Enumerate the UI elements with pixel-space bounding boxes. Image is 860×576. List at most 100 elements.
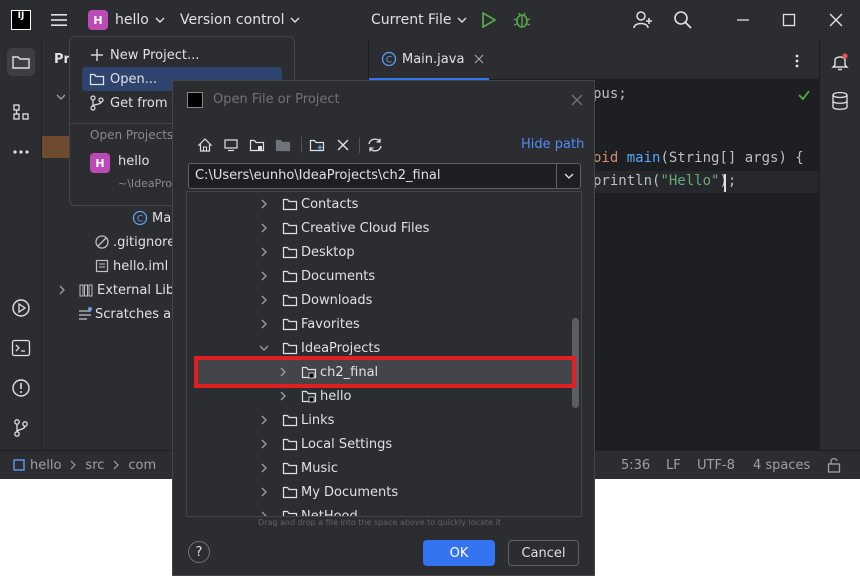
folder-row[interactable]: Favorites — [187, 312, 577, 336]
file-encoding[interactable]: UTF-8 — [697, 451, 735, 479]
project-folder-icon[interactable] — [247, 135, 267, 155]
path-input[interactable]: C:\Users\eunho\IdeaProjects\ch2_final — [188, 163, 581, 189]
tab-main-java[interactable]: C Main.java — [369, 40, 489, 80]
close-tab-icon[interactable] — [474, 54, 484, 64]
run-icon[interactable] — [479, 11, 497, 29]
new-folder-icon[interactable] — [307, 135, 327, 155]
right-tool-strip — [819, 40, 860, 450]
vcs-label: Version control — [180, 12, 285, 28]
path-history-dropdown[interactable] — [556, 164, 581, 188]
code-line-1[interactable]: pus; — [593, 86, 627, 102]
chevron-right-icon[interactable] — [258, 510, 270, 517]
problems-tool-icon[interactable] — [9, 376, 33, 400]
database-icon[interactable] — [828, 89, 852, 113]
tree-item-external-libraries[interactable]: External Libr — [56, 278, 180, 302]
notifications-icon[interactable] — [828, 49, 852, 73]
chevron-right-icon[interactable] — [258, 246, 270, 258]
more-tools-icon[interactable] — [9, 140, 33, 164]
indent-setting[interactable]: 4 spaces — [753, 451, 810, 479]
folder-row[interactable]: Local Settings — [187, 432, 577, 456]
lock-icon[interactable] — [827, 457, 841, 473]
cancel-button[interactable]: Cancel — [508, 540, 579, 566]
chevron-down-icon[interactable] — [56, 92, 66, 102]
minimize-icon[interactable] — [735, 12, 751, 28]
folder-row[interactable]: Links — [187, 408, 577, 432]
tree-item-hello-iml[interactable]: hello.iml — [94, 254, 168, 278]
add-user-icon[interactable] — [633, 10, 653, 30]
chevron-right-icon[interactable] — [258, 438, 270, 450]
tree-item-main[interactable]: C Mai — [132, 206, 175, 230]
folder-row[interactable]: Contacts — [187, 192, 577, 216]
desktop-icon[interactable] — [221, 135, 241, 155]
cursor-position[interactable]: 5:36 — [621, 451, 650, 479]
breadcrumb-src[interactable]: src — [85, 458, 104, 473]
services-tool-icon[interactable] — [9, 296, 33, 320]
chevron-right-icon[interactable] — [258, 414, 270, 426]
folder-row[interactable]: Music — [187, 456, 577, 480]
structure-tool-icon[interactable] — [9, 100, 33, 124]
line-separator[interactable]: LF — [666, 451, 681, 479]
folder-row[interactable]: Desktop — [187, 240, 577, 264]
folder-label: Desktop — [301, 244, 355, 260]
run-config-selector[interactable]: Current File — [371, 0, 467, 40]
tree-selection-marker — [42, 136, 69, 158]
debug-icon[interactable] — [512, 10, 532, 30]
folder-row[interactable]: hello — [187, 384, 577, 408]
folder-row[interactable]: NetHood — [187, 504, 577, 517]
folder-icon — [89, 73, 105, 86]
folder-row[interactable]: My Documents — [187, 480, 577, 504]
project-tool-icon[interactable] — [7, 48, 35, 76]
chevron-down-icon — [290, 17, 300, 23]
refresh-icon[interactable] — [365, 135, 385, 155]
maximize-icon[interactable] — [781, 12, 797, 28]
module-folder-icon[interactable] — [273, 135, 293, 155]
search-icon[interactable] — [673, 10, 693, 30]
tree-item-scratches[interactable]: Scratches ar — [77, 302, 176, 326]
chevron-right-icon[interactable] — [258, 318, 270, 330]
folder-row[interactable]: Documents — [187, 264, 577, 288]
chevron-down-icon[interactable] — [258, 342, 270, 354]
tab-options-icon[interactable] — [794, 53, 800, 69]
chevron-down-icon — [564, 173, 574, 179]
chevron-right-icon[interactable] — [258, 222, 270, 234]
folder-row[interactable]: Downloads — [187, 288, 577, 312]
chevron-right-icon[interactable] — [258, 294, 270, 306]
breadcrumb-com[interactable]: com — [128, 458, 156, 473]
app-logo[interactable]: IJ — [11, 10, 31, 30]
git-tool-icon[interactable] — [9, 416, 33, 440]
close-icon[interactable] — [828, 12, 844, 28]
folder-row-selected[interactable]: ch2_final — [194, 356, 576, 388]
string-token: "Hello" — [660, 173, 720, 189]
folder-row[interactable]: Creative Cloud Files — [187, 216, 577, 240]
code-line-3[interactable]: println("Hello"); — [593, 173, 736, 189]
home-icon[interactable] — [195, 135, 215, 155]
keyword-token: oid — [593, 150, 627, 166]
chevron-right-icon[interactable] — [258, 486, 270, 498]
tree-item-gitignore[interactable]: .gitignore — [94, 230, 175, 254]
module-icon — [13, 459, 25, 471]
chevron-right-icon[interactable] — [258, 198, 270, 210]
folder-row[interactable]: IdeaProjects — [187, 336, 577, 360]
code-line-2[interactable]: oid main(String[] args) { — [593, 150, 804, 166]
chevron-right-icon[interactable] — [277, 390, 289, 402]
dialog-close-icon[interactable] — [571, 94, 583, 106]
code-text: (String[] args) { — [660, 150, 804, 166]
project-selector[interactable]: H hello — [88, 0, 165, 40]
menu-item-new-project[interactable]: New Project... — [82, 43, 282, 67]
chevron-right-icon[interactable] — [258, 462, 270, 474]
chevron-right-icon[interactable] — [258, 270, 270, 282]
terminal-tool-icon[interactable] — [9, 336, 33, 360]
delete-icon[interactable] — [333, 135, 353, 155]
folder-label: Documents — [301, 268, 376, 284]
hide-path-link[interactable]: Hide path — [521, 137, 584, 152]
chevron-right-icon[interactable] — [277, 366, 289, 378]
folder-label: ch2_final — [320, 364, 379, 380]
ok-button[interactable]: OK — [423, 540, 495, 566]
vcs-menu[interactable]: Version control — [180, 0, 300, 40]
chevron-right-icon — [59, 285, 65, 295]
breadcrumb-project[interactable]: hello — [30, 458, 61, 473]
help-button[interactable]: ? — [188, 541, 210, 563]
main-menu-icon[interactable] — [50, 12, 68, 28]
tab-label: Main.java — [402, 51, 465, 67]
inspection-ok-icon[interactable] — [797, 88, 811, 102]
